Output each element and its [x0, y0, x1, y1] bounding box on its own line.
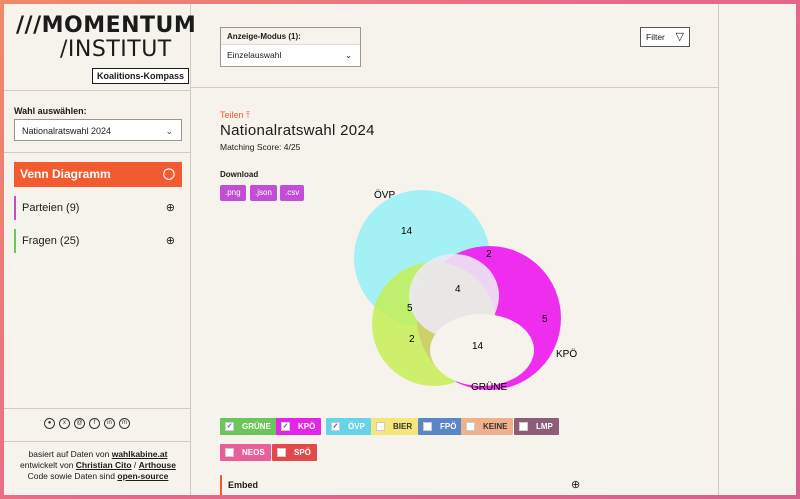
facebook-icon[interactable]: f [89, 418, 100, 429]
embed-toggle[interactable]: Embed [228, 480, 258, 490]
party-chip-label: KPÖ [298, 422, 316, 431]
right-panel-border [718, 4, 719, 495]
wahl-select-value: Nationalratswahl 2024 [22, 126, 112, 136]
christian-cito-link[interactable]: Christian Cito [76, 460, 132, 470]
download-json-button[interactable]: .json [250, 185, 277, 201]
wahlkabine-link[interactable]: wahlkabine.at [112, 449, 168, 459]
nav-label: Venn Diagramm [20, 167, 111, 181]
venn-diagram: ÖVP KPÖ GRÜNE 14 2 4 5 5 2 14 [354, 189, 577, 393]
share-icon: ⤒ [246, 110, 251, 120]
venn-set-label: KPÖ [556, 348, 577, 360]
venn-region-count: 2 [409, 334, 415, 345]
credits-sep: / [131, 460, 139, 470]
matching-score: Matching Score: 4/25 [220, 142, 301, 152]
nav-label: Fragen (25) [22, 235, 80, 247]
threads-icon[interactable]: @ [74, 418, 85, 429]
checkbox[interactable] [277, 448, 286, 457]
wahl-select[interactable]: Nationalratswahl 2024 ⌄ [14, 119, 182, 141]
party-chip-kpo[interactable]: ✓ KPÖ [276, 418, 322, 435]
venn-region-count: 14 [401, 226, 413, 237]
party-chip-label: NEOS [242, 448, 265, 457]
mastodon-icon[interactable]: m [119, 418, 130, 429]
checkbox[interactable]: ✓ [331, 422, 340, 431]
party-chip-label: KEINE [483, 422, 508, 431]
party-chip-label: ÖVP [348, 422, 365, 431]
nav-label: Parteien (9) [22, 202, 80, 214]
filter-icon: ▽ [675, 31, 684, 43]
instagram-icon[interactable]: ● [44, 418, 55, 429]
party-chip-ovp[interactable]: ✓ ÖVP [326, 418, 371, 435]
checkbox[interactable] [519, 422, 528, 431]
logo-line-2: /INSTITUT [60, 37, 172, 62]
plus-circle-icon[interactable]: ⊕ [571, 478, 580, 491]
nav-fragen[interactable]: Fragen (25) ⊕ [14, 229, 182, 253]
linkedin-icon[interactable]: in [104, 418, 115, 429]
party-chip-label: GRÜNE [242, 422, 271, 431]
checkbox[interactable] [376, 422, 385, 431]
venn-region-count: 5 [542, 314, 548, 325]
logo-line-1: ///MOMENTUM [16, 13, 197, 38]
divider [4, 90, 191, 91]
divider [4, 441, 191, 442]
party-chip-label: SPÖ [294, 448, 311, 457]
sidebar: ///MOMENTUM /INSTITUT Koalitions-Kompass… [4, 4, 197, 495]
party-chip-lmp[interactable]: LMP [514, 418, 559, 435]
party-chip-bier[interactable]: BIER [371, 418, 419, 435]
mode-select[interactable]: Einzelauswahl ⌄ [221, 44, 360, 66]
arthouse-link[interactable]: Arthouse [139, 460, 176, 470]
download-png-button[interactable]: .png [220, 185, 246, 201]
momentum-logo[interactable]: ///MOMENTUM /INSTITUT [16, 13, 197, 64]
nav-venn-diagramm[interactable]: Venn Diagramm ◯ [14, 162, 182, 187]
social-links: ● x @ f in m [44, 418, 154, 429]
kompass-badge: Koalitions-Kompass [92, 68, 190, 84]
checkbox[interactable] [423, 422, 432, 431]
x-icon[interactable]: x [59, 418, 70, 429]
page-title: Nationalratswahl 2024 [220, 122, 375, 139]
credits: basiert auf Daten von wahlkabine.at entw… [8, 449, 188, 482]
filter-label: Filter [646, 32, 665, 42]
mode-label: Anzeige-Modus (1): [227, 32, 301, 41]
chevron-down-icon: ⌄ [165, 126, 173, 136]
venn-region-count: 4 [455, 284, 461, 295]
embed-accent [220, 475, 222, 495]
open-source-link[interactable]: open-source [117, 471, 168, 481]
divider [4, 152, 191, 153]
venn-region-count: 2 [486, 249, 492, 260]
filter-button[interactable]: Filter ▽ [640, 27, 690, 47]
plus-circle-icon: ⊕ [165, 202, 175, 214]
party-chip-grune[interactable]: ✓ GRÜNE [220, 418, 277, 435]
party-chip-spo[interactable]: SPÖ [272, 444, 317, 461]
nav-parteien[interactable]: Parteien (9) ⊕ [14, 196, 182, 220]
mode-selector: Anzeige-Modus (1): Einzelauswahl ⌄ [220, 27, 361, 67]
party-chip-keine[interactable]: KEINE [461, 418, 514, 435]
mode-select-value: Einzelauswahl [227, 50, 282, 60]
party-chip-label: BIER [393, 422, 413, 431]
checkbox[interactable] [225, 448, 234, 457]
divider [4, 408, 191, 409]
checkbox[interactable]: ✓ [281, 422, 290, 431]
party-chip-fpo[interactable]: FPÖ [418, 418, 463, 435]
app-frame: ///MOMENTUM /INSTITUT Koalitions-Kompass… [4, 4, 796, 495]
credits-text: basiert auf Daten von [28, 449, 112, 459]
party-chip-label: FPÖ [440, 422, 457, 431]
download-label: Download [220, 170, 259, 179]
venn-set-label: GRÜNE [471, 381, 507, 393]
download-csv-button[interactable]: .csv [280, 185, 305, 201]
party-chip-label: LMP [536, 422, 553, 431]
venn-icon: ◯ [162, 168, 175, 180]
checkbox[interactable]: ✓ [225, 422, 234, 431]
venn-region-count: 5 [407, 303, 413, 314]
credits-text: entwickelt von [20, 460, 76, 470]
share-link[interactable]: Teilen ⤒ [220, 110, 250, 121]
wahl-label: Wahl auswählen: [14, 106, 87, 116]
header-divider [191, 87, 718, 88]
party-chip-neos[interactable]: NEOS [220, 444, 271, 461]
credits-text: Code sowie Daten sind [27, 471, 118, 481]
share-label: Teilen [220, 110, 244, 120]
chevron-down-icon: ⌄ [344, 50, 352, 60]
plus-circle-icon: ⊕ [165, 235, 175, 247]
venn-region-count: 14 [472, 341, 484, 352]
checkbox[interactable] [466, 422, 475, 431]
venn-set-label: ÖVP [374, 189, 395, 201]
